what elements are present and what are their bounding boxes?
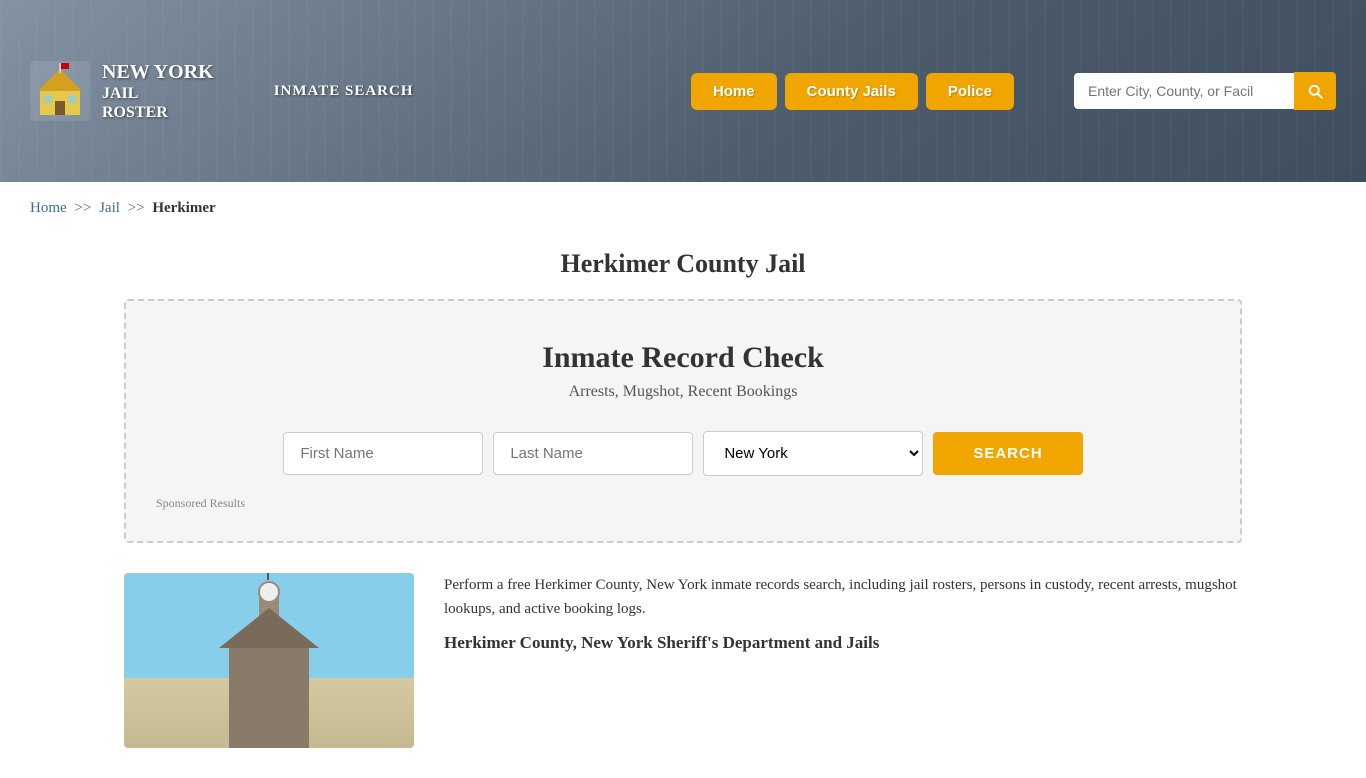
content-subheading: Herkimer County, New York Sheriff's Depa… [444,633,1242,653]
record-check-subtitle: Arrests, Mugshot, Recent Bookings [156,383,1210,401]
breadcrumb-jail-link[interactable]: Jail [99,200,120,216]
logo-line3: ROSTER [102,103,214,122]
nav-county-jails-button[interactable]: County Jails [785,73,918,110]
record-check-title: Inmate Record Check [156,341,1210,375]
site-header: NEW YORK JAIL ROSTER INMATE SEARCH Home … [0,0,1366,182]
breadcrumb-current: Herkimer [152,200,215,216]
header-search-input[interactable] [1074,73,1294,109]
header-search-button[interactable] [1294,72,1336,110]
main-nav: Home County Jails Police [691,73,1014,110]
site-logo-icon [30,61,90,121]
logo-text: NEW YORK JAIL ROSTER [102,60,214,122]
logo-line2: JAIL [102,84,214,103]
logo-area: NEW YORK JAIL ROSTER [30,60,214,122]
header-content: NEW YORK JAIL ROSTER INMATE SEARCH Home … [0,60,1366,122]
content-area: Perform a free Herkimer County, New York… [0,573,1366,778]
inmate-search-label: INMATE SEARCH [274,83,414,100]
breadcrumb-home-link[interactable]: Home [30,200,67,216]
last-name-input[interactable] [493,432,693,475]
page-title-area: Herkimer County Jail [0,235,1366,299]
first-name-input[interactable] [283,432,483,475]
logo-line1: NEW YORK [102,60,214,84]
breadcrumb-sep1: >> [74,200,91,216]
nav-home-button[interactable]: Home [691,73,777,110]
flag [267,573,269,580]
search-icon [1306,82,1324,100]
page-title: Herkimer County Jail [0,249,1366,279]
content-image [124,573,414,748]
content-description: Perform a free Herkimer County, New York… [444,573,1242,621]
clock-face [258,581,280,603]
search-form-row: AlabamaAlaskaArizonaArkansasCaliforniaCo… [156,431,1210,476]
content-text: Perform a free Herkimer County, New York… [444,573,1242,653]
sponsored-label: Sponsored Results [156,496,1210,511]
breadcrumb-sep2: >> [128,200,145,216]
record-check-section: Inmate Record Check Arrests, Mugshot, Re… [124,299,1242,543]
state-select[interactable]: AlabamaAlaskaArizonaArkansasCaliforniaCo… [703,431,923,476]
breadcrumb: Home >> Jail >> Herkimer [0,182,1366,235]
header-search-area [1074,72,1336,110]
nav-police-button[interactable]: Police [926,73,1014,110]
record-search-button[interactable]: SEARCH [933,432,1082,475]
